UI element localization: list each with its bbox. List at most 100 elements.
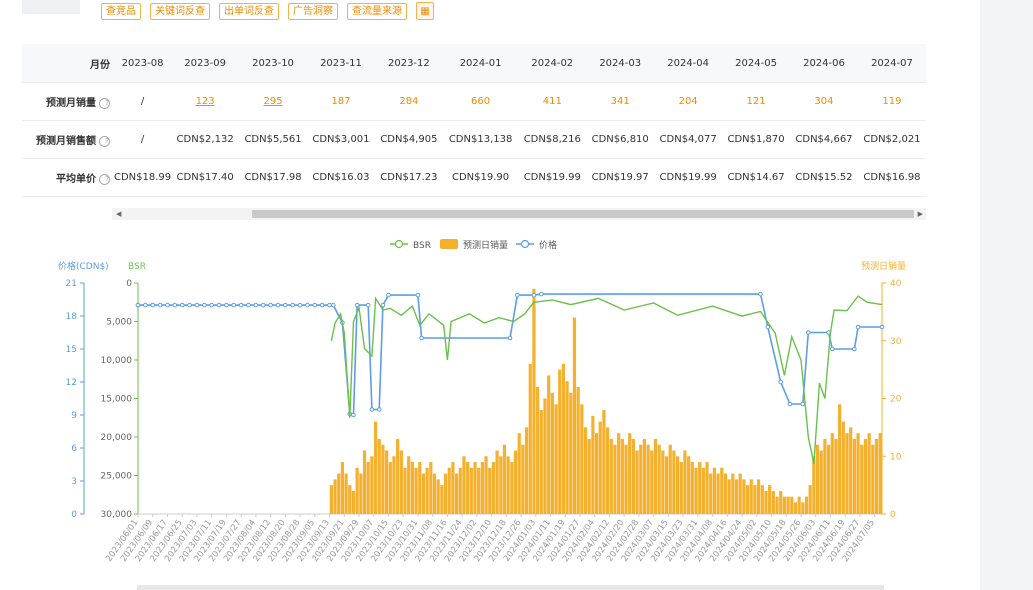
sales-bar	[547, 375, 551, 514]
price-tick-label: 3	[71, 477, 77, 487]
sales-bar	[793, 502, 798, 514]
sales-bar	[727, 479, 731, 514]
sales-bar	[421, 473, 426, 514]
bsr-tick-label: 10,000	[101, 356, 133, 366]
sales-bar	[454, 473, 459, 514]
sales-bar	[786, 496, 790, 514]
chart-zoom-slider[interactable]	[137, 585, 884, 590]
sales-bar	[543, 398, 547, 514]
sales-bar	[532, 288, 536, 514]
sales-bar	[742, 479, 746, 514]
sales-bar	[635, 450, 639, 514]
sales-bar	[624, 444, 628, 514]
help-icon[interactable]: ?	[99, 136, 110, 147]
sales-bar	[499, 456, 503, 514]
price-cell: CDN$14.67	[722, 158, 791, 197]
bsr-tick-label: 0	[126, 279, 132, 289]
sales-bar	[440, 485, 444, 514]
sales-bar	[583, 427, 588, 514]
sales-bar	[834, 438, 838, 514]
sales-bar	[410, 462, 414, 514]
bsr-tick-label: 15,000	[101, 395, 133, 405]
sales-bar	[812, 456, 816, 514]
ad-insight-button[interactable]: 广告洞察	[288, 2, 338, 20]
sales-bar	[477, 467, 481, 514]
table-horizontal-scrollbar[interactable]: ◀ ▶	[112, 208, 926, 220]
price-point	[852, 346, 857, 352]
sales-bar	[414, 467, 418, 514]
price-tick-label: 6	[71, 444, 77, 454]
sales-bar	[694, 467, 698, 514]
scroll-right-icon[interactable]: ▶	[918, 208, 923, 220]
sales-bar	[838, 404, 842, 514]
price-tick-label: 12	[66, 378, 77, 388]
price-point	[297, 302, 303, 308]
price-point	[201, 302, 207, 308]
sales-bar	[451, 462, 455, 514]
price-point	[246, 302, 251, 308]
scrollbar-thumb[interactable]	[252, 210, 914, 218]
bsr-tick-label: 20,000	[101, 433, 133, 443]
sales-bar	[731, 473, 735, 514]
sales-bar	[687, 456, 691, 514]
sales-bar	[764, 490, 768, 514]
traffic-source-button[interactable]: 查流量来源	[347, 2, 407, 20]
sales-bar	[753, 485, 757, 514]
sales-cell[interactable]: 295	[239, 82, 307, 121]
sales-bar	[768, 485, 772, 514]
calculator-icon[interactable]: ▦	[416, 2, 434, 20]
table-row: 预测月销量? / 123 295 187 284 660 411 341 204…	[22, 82, 926, 121]
help-icon[interactable]: ?	[99, 174, 110, 185]
sales-bar	[664, 456, 669, 514]
price-line	[138, 293, 882, 417]
row-label-text: 预测月销售额	[36, 136, 96, 147]
price-point	[179, 302, 185, 308]
price-point	[879, 324, 885, 330]
sales-bar	[403, 467, 407, 514]
sales-bar	[337, 473, 341, 514]
chart-legend: BSR 预测日销量 价格	[390, 239, 557, 251]
sales-cell: /	[114, 82, 172, 121]
price-tick-label: 9	[71, 411, 77, 421]
sales-bar	[709, 473, 713, 514]
price-point	[787, 401, 793, 407]
price-axis-title: 价格(CDN$)	[58, 260, 109, 272]
sales-bar	[878, 433, 882, 514]
help-icon[interactable]: ?	[99, 98, 110, 109]
sales-bar	[668, 444, 672, 514]
scroll-left-icon[interactable]: ◀	[116, 208, 121, 220]
sales-bar	[359, 473, 363, 514]
keyword-reverse-button[interactable]: 关键词反查	[150, 2, 210, 20]
month-cell: 2023-11	[307, 44, 375, 83]
price-point	[319, 302, 325, 308]
sales-tick-label: 20	[890, 395, 902, 405]
sales-bar	[804, 496, 809, 514]
price-cell: CDN$16.03	[307, 158, 375, 197]
sales-bar	[823, 438, 827, 514]
sales-bar	[874, 438, 879, 514]
sales-bar	[366, 462, 370, 514]
sales-bar	[396, 438, 400, 514]
sales-tick-label: 40	[890, 279, 902, 289]
price-point	[829, 346, 835, 352]
sales-bar	[797, 496, 801, 514]
sales-cell[interactable]: 123	[171, 82, 240, 121]
sales-tick-label: 0	[890, 510, 896, 520]
sales-bar	[565, 381, 569, 514]
sales-cell: 304	[790, 82, 858, 121]
sales-bar	[329, 485, 333, 514]
month-cell: 2024-06	[790, 44, 858, 83]
revenue-cell: CDN$4,077	[654, 120, 723, 159]
sales-bar	[447, 467, 451, 514]
bsr-tick-label: 30,000	[101, 510, 133, 520]
sales-bar	[841, 421, 845, 514]
sales-bar	[340, 462, 345, 514]
sales-bar	[646, 444, 650, 514]
legend-marker	[520, 239, 530, 249]
competitor-button[interactable]: 查竞品	[101, 2, 141, 20]
order-keyword-reverse-button[interactable]: 出单词反查	[219, 2, 279, 20]
sales-bar	[443, 473, 448, 514]
sales-cell: 660	[442, 82, 519, 121]
sales-bar	[628, 433, 632, 514]
price-point	[380, 302, 386, 308]
